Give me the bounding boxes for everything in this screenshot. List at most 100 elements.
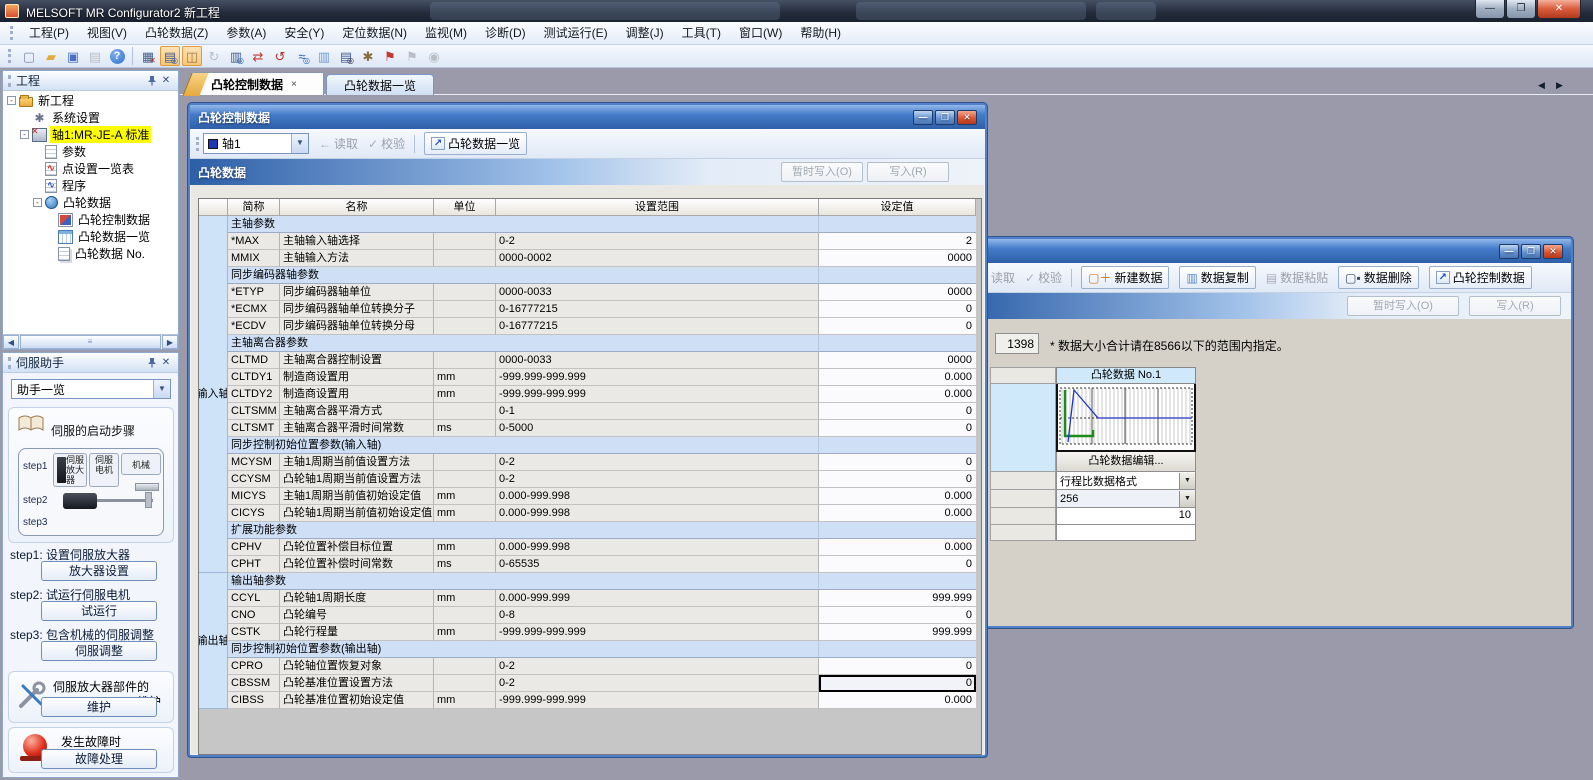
monitor-icon[interactable]: ▥◎ bbox=[226, 46, 246, 66]
pin-icon[interactable] bbox=[145, 74, 159, 88]
menu-item-11[interactable]: 窗口(W) bbox=[730, 22, 791, 44]
value-cell[interactable]: 0.000 bbox=[819, 539, 976, 556]
value-cell[interactable]: 0 bbox=[819, 403, 976, 420]
menu-item-1[interactable]: 视图(V) bbox=[78, 22, 136, 44]
tree-item[interactable]: 程序 bbox=[3, 177, 178, 194]
write-button[interactable]: 写入(R) bbox=[867, 162, 949, 182]
menu-item-12[interactable]: 帮助(H) bbox=[791, 22, 850, 44]
value-cell[interactable]: 0000 bbox=[819, 352, 976, 369]
minimize-button[interactable]: — bbox=[913, 110, 933, 125]
copy-data-button[interactable]: ▥数据复制 bbox=[1179, 266, 1255, 289]
project-tree-icon[interactable]: ▤◎ bbox=[160, 46, 180, 66]
cam-thumbnail-cell[interactable] bbox=[1056, 384, 1196, 452]
tree-item[interactable]: -凸轮数据 bbox=[3, 194, 178, 211]
chevron-down-icon[interactable]: ▼ bbox=[1179, 491, 1195, 507]
value-cell-selected[interactable]: 0 bbox=[819, 675, 976, 692]
value-cell[interactable]: 0.000 bbox=[819, 369, 976, 386]
transfer-icon[interactable]: ⇄ bbox=[248, 46, 268, 66]
help-icon[interactable]: ? bbox=[107, 46, 127, 66]
menu-item-6[interactable]: 监视(M) bbox=[416, 22, 476, 44]
resolution-select[interactable]: 256 ▼ bbox=[1056, 490, 1196, 508]
temp-write-button[interactable]: 暂时写入(O) bbox=[781, 162, 863, 182]
minimize-button[interactable]: — bbox=[1499, 244, 1519, 259]
rotate-icon[interactable]: ↺ bbox=[270, 46, 290, 66]
menu-item-7[interactable]: 诊断(D) bbox=[476, 22, 535, 44]
menu-item-9[interactable]: 调整(J) bbox=[617, 22, 673, 44]
delete-data-button[interactable]: ▢▪数据删除 bbox=[1338, 266, 1419, 289]
save-project-icon[interactable]: ▣ bbox=[63, 46, 83, 66]
menu-item-3[interactable]: 参数(A) bbox=[217, 22, 275, 44]
menu-item-10[interactable]: 工具(T) bbox=[673, 22, 730, 44]
trouble-button[interactable]: 故障处理 bbox=[41, 749, 157, 769]
axis-select[interactable]: 轴1 ▼ bbox=[203, 133, 309, 154]
value-cell[interactable]: 999.999 bbox=[819, 590, 976, 607]
value-cell[interactable]: 0 bbox=[819, 607, 976, 624]
test-run-button[interactable]: 试运行 bbox=[41, 601, 157, 621]
value-cell[interactable]: 0 bbox=[819, 471, 976, 488]
close-panel-icon[interactable]: ✕ bbox=[159, 356, 173, 370]
value-cell[interactable]: 0000 bbox=[819, 250, 976, 267]
assistant-select[interactable]: 助手一览 ▼ bbox=[11, 379, 171, 399]
amplifier-setting-button[interactable]: 放大器设置 bbox=[41, 561, 157, 581]
open-project-icon[interactable]: ▰ bbox=[41, 46, 61, 66]
menu-item-4[interactable]: 安全(Y) bbox=[275, 22, 333, 44]
expander-icon[interactable]: - bbox=[33, 198, 42, 207]
maximize-button[interactable]: ❐ bbox=[935, 110, 955, 125]
scroll-left-button[interactable]: ◀ bbox=[3, 335, 19, 349]
value-cell[interactable]: 0000 bbox=[819, 284, 976, 301]
menu-item-8[interactable]: 测试运行(E) bbox=[535, 22, 617, 44]
value-cell[interactable]: 2 bbox=[819, 233, 976, 250]
tree-item[interactable]: 参数 bbox=[3, 143, 178, 160]
expander-icon[interactable]: - bbox=[20, 130, 29, 139]
servo-adjust-button[interactable]: 伺服调整 bbox=[41, 641, 157, 661]
value-cell[interactable]: 0 bbox=[819, 318, 976, 335]
tree-item[interactable]: -轴1:MR-JE-A 标准 bbox=[3, 126, 178, 143]
value-cell[interactable]: 0.000 bbox=[819, 386, 976, 403]
value-cell[interactable]: 0 bbox=[819, 420, 976, 437]
maintenance-button[interactable]: 维护 bbox=[41, 697, 157, 717]
pin-icon[interactable] bbox=[145, 356, 159, 370]
servo-assistant-icon[interactable]: ◫ bbox=[182, 46, 202, 66]
restore-button[interactable]: ❐ bbox=[1506, 0, 1536, 19]
flag-icon[interactable]: ⚑ bbox=[380, 46, 400, 66]
system-setting-icon[interactable]: ▦✕ bbox=[138, 46, 158, 66]
tree-item[interactable]: 凸轮控制数据 bbox=[3, 211, 178, 228]
tab-close-icon[interactable]: × bbox=[291, 79, 297, 90]
maximize-button[interactable]: ❐ bbox=[1521, 244, 1541, 259]
menu-item-5[interactable]: 定位数据(N) bbox=[333, 22, 416, 44]
new-data-button[interactable]: ▢＋新建数据 bbox=[1081, 266, 1169, 289]
tree-item[interactable]: 凸轮数据 No. bbox=[3, 245, 178, 262]
tab-cam-control-data[interactable]: 凸轮控制数据 × bbox=[194, 72, 324, 95]
points-cell[interactable]: 10 bbox=[1056, 508, 1196, 525]
hand-icon[interactable]: ✱ bbox=[358, 46, 378, 66]
value-cell[interactable]: 999.999 bbox=[819, 624, 976, 641]
value-cell[interactable]: 0.000 bbox=[819, 692, 976, 709]
menu-item-0[interactable]: 工程(P) bbox=[20, 22, 78, 44]
close-button[interactable]: ✕ bbox=[1543, 244, 1563, 259]
value-cell[interactable]: 0.000 bbox=[819, 505, 976, 522]
close-panel-icon[interactable]: ✕ bbox=[159, 74, 173, 88]
value-cell[interactable]: 0 bbox=[819, 556, 976, 573]
write-button[interactable]: 写入(R) bbox=[1469, 296, 1561, 316]
value-cell[interactable]: 0.000 bbox=[819, 488, 976, 505]
graph-icon[interactable]: ≈◎ bbox=[292, 46, 312, 66]
copy-data-icon[interactable]: ▥ bbox=[314, 46, 334, 66]
expander-icon[interactable]: - bbox=[7, 96, 16, 105]
value-cell[interactable]: 0 bbox=[819, 454, 976, 471]
chevron-down-icon[interactable]: ▼ bbox=[153, 380, 170, 398]
scroll-right-button[interactable]: ▶ bbox=[162, 335, 178, 349]
tab-scroll-left-icon[interactable]: ◀ bbox=[1534, 78, 1549, 92]
chevron-down-icon[interactable]: ▼ bbox=[1179, 473, 1195, 489]
value-cell[interactable]: 0 bbox=[819, 301, 976, 318]
cam-data-edit-button[interactable]: 凸轮数据编辑... bbox=[1056, 452, 1196, 472]
empty-cell[interactable] bbox=[1056, 525, 1196, 541]
cam-data-list-button[interactable]: ↗凸轮数据一览 bbox=[424, 132, 527, 155]
cam-control-data-button[interactable]: ↗凸轮控制数据 bbox=[1429, 266, 1532, 289]
menu-item-2[interactable]: 凸轮数据(Z) bbox=[136, 22, 217, 44]
close-button[interactable]: ✕ bbox=[1537, 0, 1581, 19]
chevron-down-icon[interactable]: ▼ bbox=[291, 134, 308, 153]
new-project-icon[interactable]: ▢ bbox=[19, 46, 39, 66]
tree-item[interactable]: 点设置一览表 bbox=[3, 160, 178, 177]
minimize-button[interactable]: — bbox=[1475, 0, 1505, 19]
tab-cam-data-list[interactable]: 凸轮数据一览 bbox=[326, 74, 434, 95]
